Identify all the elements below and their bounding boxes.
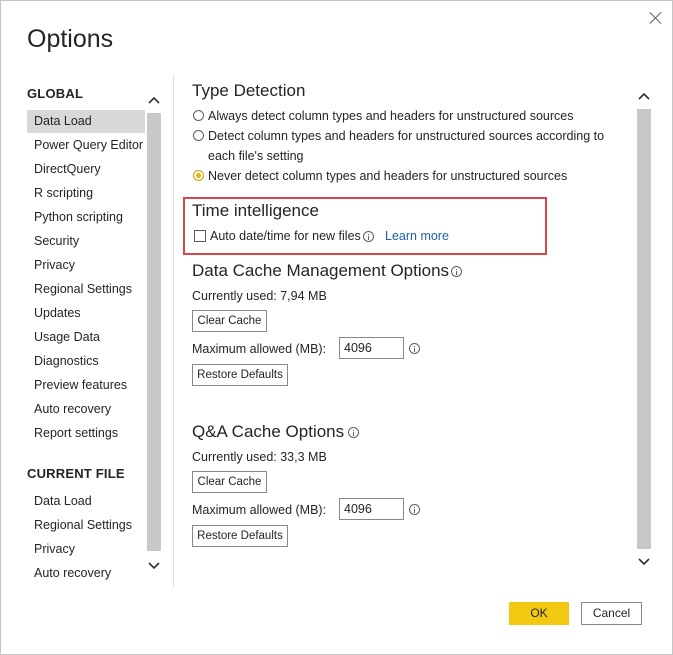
nav-heading-current-file: CURRENT FILE: [27, 466, 125, 481]
time-intelligence-highlight-box: [183, 197, 547, 255]
qa-cache-max-input[interactable]: 4096: [339, 498, 404, 520]
radio-label: Always detect column types and headers f…: [208, 109, 574, 123]
nav-item-current-auto-recovery[interactable]: Auto recovery: [27, 562, 145, 585]
cancel-button[interactable]: Cancel: [581, 602, 642, 625]
ok-button[interactable]: OK: [509, 602, 569, 625]
close-icon[interactable]: [647, 9, 665, 27]
qa-cache-restore-button[interactable]: Restore Defaults: [192, 525, 288, 547]
nav-item-data-load[interactable]: Data Load: [27, 110, 145, 133]
chevron-down-icon[interactable]: [148, 559, 160, 571]
qa-cache-currently-used: Currently used: 33,3 MB: [192, 450, 327, 464]
data-cache-currently-used: Currently used: 7,94 MB: [192, 289, 327, 303]
data-cache-title: Data Cache Management Options: [192, 261, 450, 280]
nav-item-usage-data[interactable]: Usage Data: [27, 326, 145, 349]
options-content: Type Detection Always detect column type…: [191, 75, 631, 587]
nav-item-current-data-load[interactable]: Data Load: [27, 490, 145, 513]
nav-item-regional-settings[interactable]: Regional Settings: [27, 278, 145, 301]
options-nav: GLOBAL Data Load Power Query Editor Dire…: [21, 79, 163, 587]
radio-label: Detect column types and headers for unst…: [208, 129, 605, 143]
qa-cache-clear-button[interactable]: Clear Cache: [192, 471, 267, 493]
radio-label: Never detect column types and headers fo…: [208, 169, 568, 183]
qa-cache-title: Q&A Cache Options: [192, 422, 345, 441]
info-icon[interactable]: [409, 504, 420, 515]
type-detection-title: Type Detection: [192, 81, 306, 100]
radio-button[interactable]: [193, 130, 204, 141]
nav-item-current-regional-settings[interactable]: Regional Settings: [27, 514, 145, 537]
nav-item-privacy[interactable]: Privacy: [27, 254, 145, 277]
content-scrollbar-thumb[interactable]: [637, 109, 651, 549]
nav-scrollbar[interactable]: [145, 79, 163, 587]
nav-item-preview-features[interactable]: Preview features: [27, 374, 145, 397]
data-cache-restore-button[interactable]: Restore Defaults: [192, 364, 288, 386]
data-cache-max-label: Maximum allowed (MB):: [192, 342, 327, 356]
nav-item-updates[interactable]: Updates: [27, 302, 145, 325]
nav-item-python-scripting[interactable]: Python scripting: [27, 206, 145, 229]
radio-button[interactable]: [193, 110, 204, 121]
nav-item-diagnostics[interactable]: Diagnostics: [27, 350, 145, 373]
radio-button-selected[interactable]: [193, 170, 204, 181]
options-dialog: Options GLOBAL Data Load Power Query Edi…: [0, 0, 673, 655]
data-cache-max-input[interactable]: 4096: [339, 337, 404, 359]
nav-item-report-settings[interactable]: Report settings: [27, 422, 145, 445]
info-icon[interactable]: [409, 343, 420, 354]
chevron-down-icon[interactable]: [638, 555, 650, 567]
nav-item-security[interactable]: Security: [27, 230, 145, 253]
nav-divider: [173, 75, 174, 587]
chevron-up-icon[interactable]: [148, 95, 160, 107]
data-cache-clear-button[interactable]: Clear Cache: [192, 310, 267, 332]
nav-item-current-privacy[interactable]: Privacy: [27, 538, 145, 561]
qa-cache-max-label: Maximum allowed (MB):: [192, 503, 327, 517]
dialog-title: Options: [27, 25, 114, 53]
nav-item-power-query-editor[interactable]: Power Query Editor: [27, 134, 145, 157]
radio-label-continuation: each file's setting: [208, 149, 304, 163]
info-icon[interactable]: [348, 427, 359, 438]
info-icon[interactable]: [451, 266, 462, 277]
chevron-up-icon[interactable]: [638, 91, 650, 103]
nav-item-directquery[interactable]: DirectQuery: [27, 158, 145, 181]
nav-item-r-scripting[interactable]: R scripting: [27, 182, 145, 205]
nav-heading-global: GLOBAL: [27, 86, 84, 101]
nav-item-auto-recovery[interactable]: Auto recovery: [27, 398, 145, 421]
content-scrollbar[interactable]: [635, 75, 653, 587]
nav-scrollbar-thumb[interactable]: [147, 113, 161, 551]
